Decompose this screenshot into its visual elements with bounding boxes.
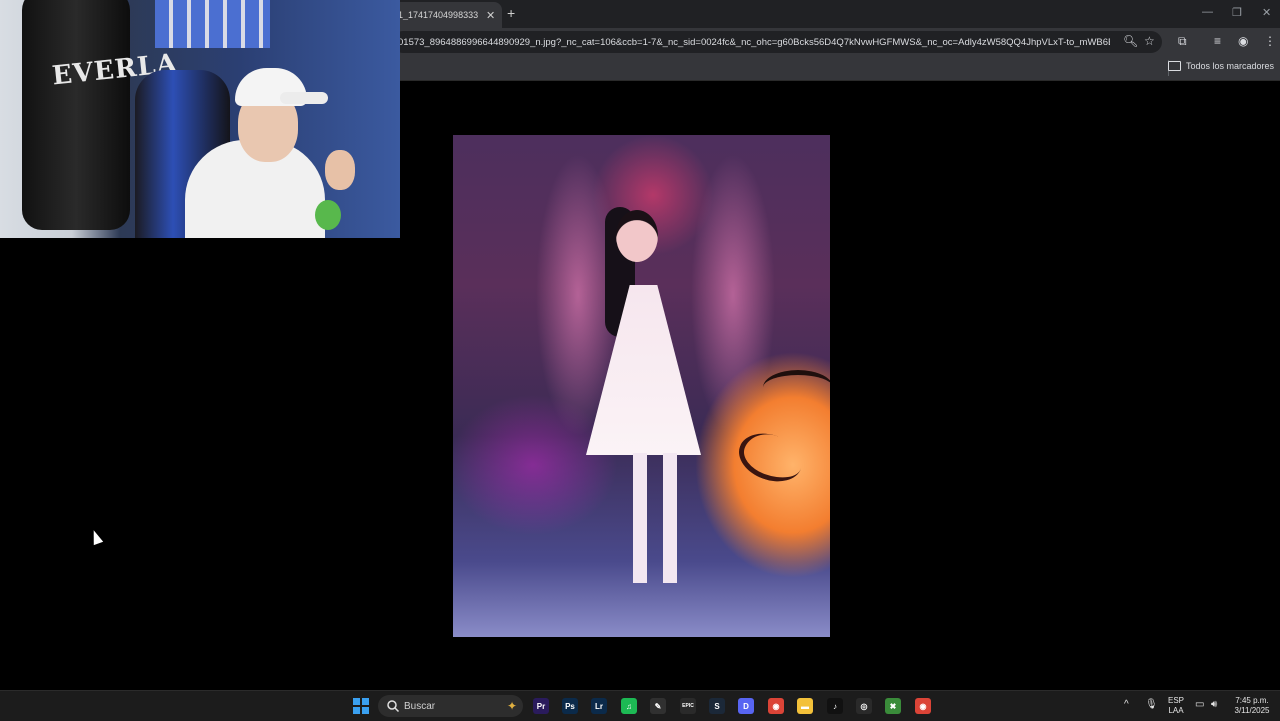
language-primary: ESP xyxy=(1167,696,1184,705)
taskbar-app-steam[interactable]: S xyxy=(709,698,725,714)
minimize-button[interactable]: — xyxy=(1202,6,1213,18)
photo-pumpkin-mouth xyxy=(732,425,809,490)
language-secondary: LAA xyxy=(1168,706,1184,715)
photo-leg-right xyxy=(663,453,677,583)
punching-bag xyxy=(22,0,130,230)
photo-head xyxy=(616,210,658,262)
language-indicator[interactable]: ESP LAA xyxy=(1164,696,1188,716)
show-hidden-icons-icon[interactable]: ^ xyxy=(1124,699,1129,710)
photo-pumpkin-eye xyxy=(763,370,830,405)
close-tab-icon[interactable]: ✕ xyxy=(486,9,495,22)
taskbar-app-spotify[interactable]: ♫ xyxy=(621,698,637,714)
taskbar-app-photoshop[interactable]: Ps xyxy=(562,698,578,714)
taskbar-app-minecraft[interactable]: ✖ xyxy=(885,698,901,714)
taskbar-app-lightroom[interactable]: Lr xyxy=(591,698,607,714)
tab-title: 1_1741740499833388 xyxy=(398,10,478,20)
webcam-overlay: EVERLA xyxy=(0,0,400,238)
search-icon xyxy=(387,700,400,713)
network-icon[interactable]: ▭ xyxy=(1195,699,1204,710)
close-window-button[interactable]: ✕ xyxy=(1262,6,1271,19)
volume-icon[interactable]: 🔊︎ xyxy=(1211,699,1217,710)
cap-brim xyxy=(280,92,328,104)
photo-dress xyxy=(586,285,701,455)
url-text[interactable]: 01573_8964886996644890929_n.jpg?_nc_cat=… xyxy=(398,37,1110,48)
taskbar-app-premiere[interactable]: Pr xyxy=(533,698,549,714)
wall-cards xyxy=(155,0,270,48)
clock[interactable]: 7:45 p.m. 3/11/2025 xyxy=(1228,696,1276,716)
zoom-icon[interactable]: 🔍︎ xyxy=(1123,34,1138,48)
address-bar[interactable]: 01573_8964886996644890929_n.jpg?_nc_cat=… xyxy=(392,31,1162,53)
taskbar-app-explorer[interactable]: ▬ xyxy=(797,698,813,714)
start-button[interactable] xyxy=(352,697,370,715)
taskbar: Buscar ✦ Pr Ps Lr ♫ ✎ EPIC S D ◉ ▬ ♪ ◎ ✖ ◉ ^ 🎙︎ ESP L… xyxy=(0,690,1280,721)
menu-kebab-icon[interactable]: ⋮ xyxy=(1264,34,1276,48)
taskbar-app-epic[interactable]: EPIC xyxy=(680,698,696,714)
clock-time: 7:45 p.m. xyxy=(1235,696,1269,705)
media-control-icon[interactable]: ≡ xyxy=(1214,34,1221,48)
search-label: Buscar xyxy=(404,700,436,712)
photo-leg-left xyxy=(633,453,647,583)
taskbar-app-chrome[interactable]: ◉ xyxy=(768,698,784,714)
displayed-photo[interactable] xyxy=(453,135,830,637)
all-bookmarks-button[interactable]: Todos los marcadores xyxy=(1167,61,1274,71)
profile-avatar[interactable]: ◉ xyxy=(1238,34,1248,48)
browser-tab[interactable]: 1_1741740499833388 ✕ xyxy=(392,2,502,28)
bookmark-star-icon[interactable]: ☆ xyxy=(1144,34,1155,48)
restore-button[interactable]: ❐ xyxy=(1232,6,1242,19)
microphone-icon[interactable]: 🎙︎ xyxy=(1145,699,1158,710)
streamer-hand xyxy=(325,150,355,190)
extensions-icon[interactable]: ⧉ xyxy=(1178,34,1187,49)
search-highlight-icon: ✦ xyxy=(506,699,517,713)
taskbar-search[interactable]: Buscar ✦ xyxy=(378,695,523,717)
taskbar-app-notes[interactable]: ✎ xyxy=(650,698,666,714)
taskbar-app-obs[interactable]: ◎ xyxy=(856,698,872,714)
new-tab-button[interactable]: + xyxy=(507,5,515,21)
folder-icon xyxy=(1167,61,1181,71)
taskbar-app-chrome-profile[interactable]: ◉ xyxy=(915,698,931,714)
frog-toy xyxy=(315,200,341,230)
taskbar-app-tiktok[interactable]: ♪ xyxy=(827,698,843,714)
mouse-cursor-icon xyxy=(89,528,104,546)
clock-date: 3/11/2025 xyxy=(1234,706,1270,715)
all-bookmarks-label: Todos los marcadores xyxy=(1185,61,1274,71)
windows-icon xyxy=(353,698,369,714)
taskbar-app-discord[interactable]: D xyxy=(738,698,754,714)
